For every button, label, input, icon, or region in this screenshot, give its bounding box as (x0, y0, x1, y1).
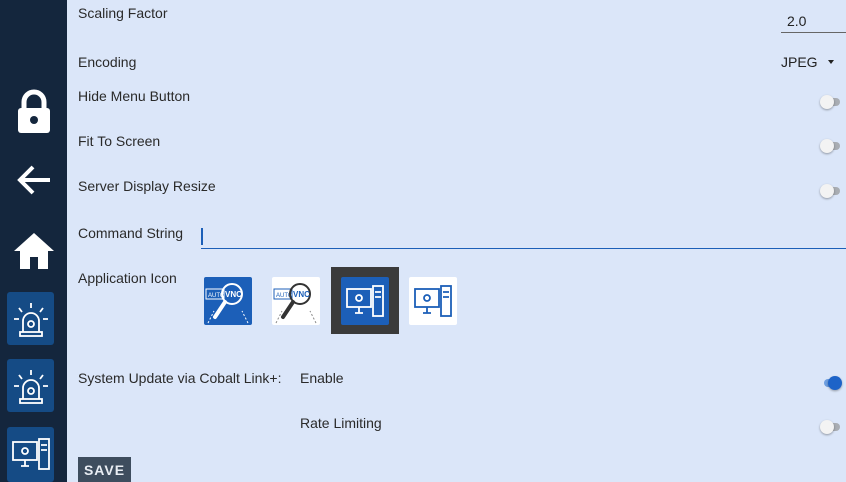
scaling-factor-label: Scaling Factor (78, 5, 168, 21)
rate-limiting-label: Rate Limiting (300, 415, 382, 431)
scaling-factor-underline (781, 32, 846, 33)
app-icon-option-computer-dark[interactable] (341, 277, 389, 325)
encoding-select[interactable]: JPEG (781, 54, 834, 70)
encoding-label: Encoding (78, 54, 137, 70)
alarm-icon[interactable] (7, 359, 54, 412)
app-icon-option-auto-vnc-dark[interactable]: AUTO VNC (204, 277, 252, 325)
app-icon-option-auto-vnc-light[interactable]: AUTO VNC (272, 277, 320, 325)
hide-menu-button-label: Hide Menu Button (78, 88, 191, 104)
side-rail (0, 0, 67, 482)
computer-icon[interactable] (7, 427, 54, 482)
rate-limiting-toggle[interactable] (820, 420, 842, 434)
toggle-knob (820, 139, 834, 153)
server-display-resize-label: Server Display Resize (78, 178, 216, 194)
hide-menu-button-toggle[interactable] (820, 95, 842, 109)
system-update-enable-label: Enable (300, 370, 344, 386)
toggle-knob (820, 420, 834, 434)
app-icon-option-computer-light[interactable] (409, 277, 457, 325)
fit-to-screen-toggle[interactable] (820, 139, 842, 153)
command-string-label: Command String (78, 225, 184, 241)
server-display-resize-toggle[interactable] (820, 184, 842, 198)
alarm-icon[interactable] (7, 292, 54, 345)
toggle-knob (820, 184, 834, 198)
application-icon-label: Application Icon (78, 270, 177, 286)
lock-icon[interactable] (0, 88, 67, 136)
app-icon-text: VNC (225, 290, 242, 299)
settings-panel: Scaling Factor 2.0 Encoding JPEG Hide Me… (67, 0, 846, 482)
home-icon[interactable] (0, 230, 67, 272)
scaling-factor-input[interactable]: 2.0 (787, 13, 806, 29)
chevron-down-icon (827, 60, 834, 64)
command-string-input[interactable] (201, 226, 846, 249)
text-cursor (201, 228, 203, 245)
system-update-toggle[interactable] (820, 376, 842, 390)
toggle-knob (828, 376, 842, 390)
toggle-knob (820, 95, 834, 109)
encoding-value: JPEG (781, 54, 818, 70)
back-arrow-icon[interactable] (0, 160, 67, 200)
save-button[interactable]: SAVE (78, 457, 131, 482)
app-icon-text: VNC (293, 290, 310, 299)
system-update-label: System Update via Cobalt Link+: (78, 370, 282, 386)
fit-to-screen-label: Fit To Screen (78, 133, 161, 149)
